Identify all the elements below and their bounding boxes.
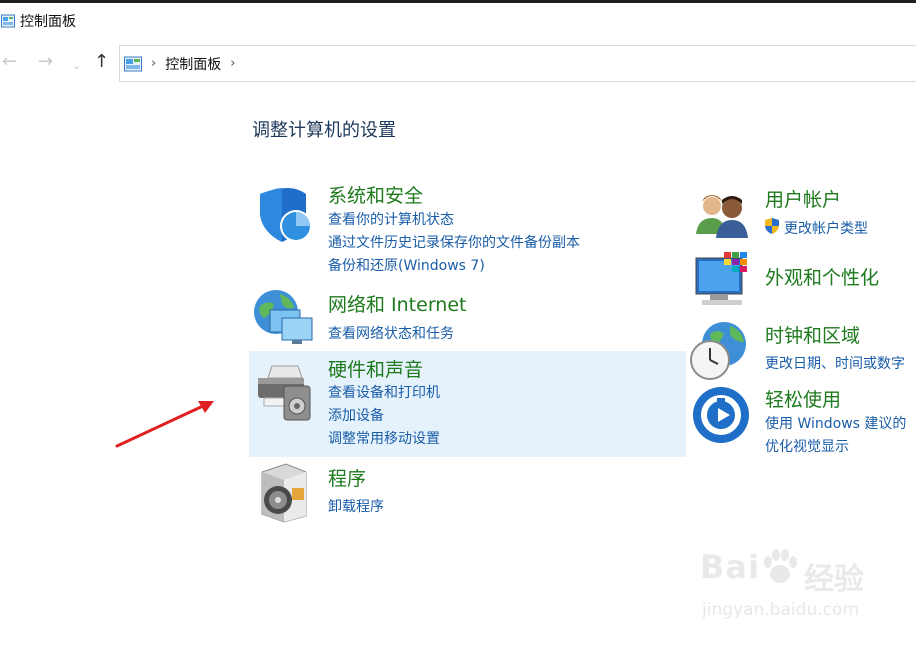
window-title: 控制面板 [20, 14, 76, 30]
category-title-ease-of-access[interactable]: 轻松使用 [765, 385, 841, 412]
link-windows-suggest-settings[interactable]: 使用 Windows 建议的 [765, 413, 906, 433]
title-bar: 控制面板 [0, 6, 76, 36]
link-uninstall-program[interactable]: 卸载程序 [328, 496, 384, 516]
uac-shield-icon [765, 218, 779, 234]
page-title: 调整计算机的设置 [252, 120, 396, 141]
category-title-clock-region[interactable]: 时钟和区域 [765, 321, 860, 348]
shield-icon[interactable] [252, 184, 314, 246]
category-title-user-accounts[interactable]: 用户帐户 [765, 185, 841, 212]
category-title-network-internet[interactable]: 网络和 Internet [328, 290, 466, 317]
watermark-brand: Bai [700, 548, 760, 586]
breadcrumb-control-panel[interactable]: 控制面板 [165, 54, 221, 74]
category-title-programs[interactable]: 程序 [328, 464, 366, 491]
link-mobility-settings[interactable]: 调整常用移动设置 [328, 428, 440, 448]
forward-arrow-icon[interactable]: → [38, 52, 53, 72]
category-title-hardware-sound[interactable]: 硬件和声音 [328, 355, 423, 382]
watermark-jingyan: 经验 [804, 562, 864, 597]
control-panel-icon [124, 56, 142, 71]
clock-globe-icon[interactable] [688, 320, 750, 382]
network-globe-icon[interactable] [252, 288, 314, 350]
breadcrumb-chevron-icon[interactable]: › [230, 56, 235, 71]
window-top-border [0, 0, 916, 3]
link-file-history-backup[interactable]: 通过文件历史记录保存你的文件备份副本 [328, 232, 580, 252]
back-arrow-icon[interactable]: ← [2, 52, 17, 72]
category-title-system-security[interactable]: 系统和安全 [328, 181, 423, 208]
link-view-computer-status[interactable]: 查看你的计算机状态 [328, 209, 454, 229]
up-arrow-icon[interactable]: ↑ [94, 52, 109, 72]
recent-locations-chevron-icon[interactable]: ⌄ [72, 56, 81, 76]
ease-of-access-icon[interactable] [690, 384, 752, 446]
control-panel-icon [1, 14, 15, 28]
users-icon[interactable] [692, 188, 754, 250]
link-backup-restore[interactable]: 备份和还原(Windows 7) [328, 255, 485, 275]
link-optimize-visual-display[interactable]: 优化视觉显示 [765, 436, 849, 456]
watermark-url: jingyan.baidu.com [702, 600, 859, 620]
breadcrumb-chevron-icon[interactable]: › [151, 56, 156, 71]
link-add-device[interactable]: 添加设备 [328, 405, 384, 425]
programs-disc-icon[interactable] [256, 462, 318, 524]
address-bar[interactable]: › 控制面板 › [119, 45, 916, 82]
monitor-palette-icon[interactable] [692, 250, 754, 312]
link-change-account-type[interactable]: 更改帐户类型 [784, 218, 868, 238]
category-title-appearance[interactable]: 外观和个性化 [765, 263, 879, 290]
printer-speaker-icon[interactable] [254, 362, 316, 424]
paw-icon [764, 549, 797, 583]
link-network-status[interactable]: 查看网络状态和任务 [328, 323, 454, 343]
link-devices-printers[interactable]: 查看设备和打印机 [328, 382, 440, 402]
link-change-date-time[interactable]: 更改日期、时间或数字 [765, 353, 905, 373]
baidu-jingyan-watermark: Bai 经验 jingyan.baidu.com [700, 548, 900, 638]
